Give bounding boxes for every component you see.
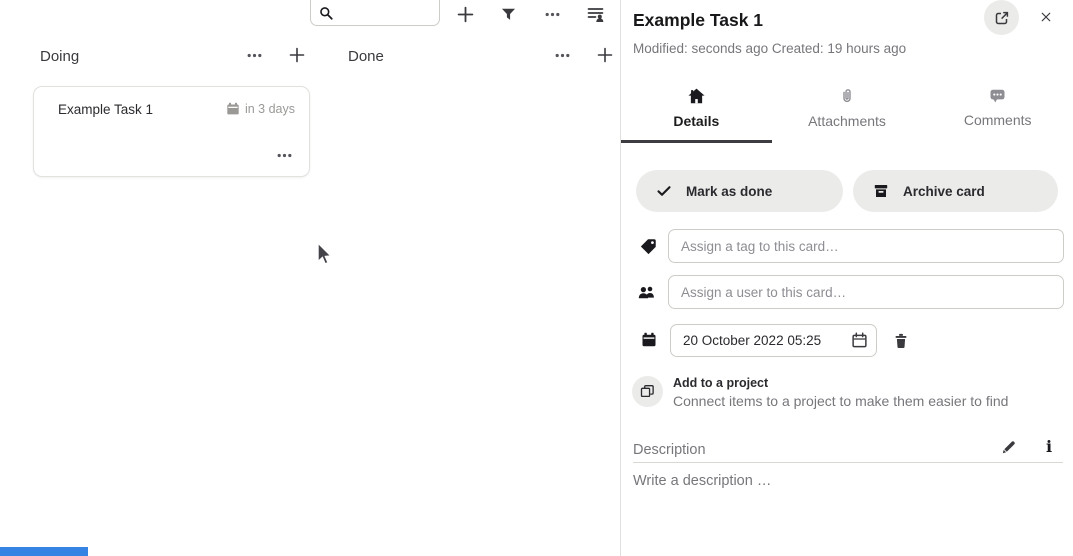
description-info-button[interactable]: i	[1036, 434, 1062, 460]
more-options-icon	[246, 47, 263, 64]
column-done-menu-button[interactable]	[547, 40, 577, 70]
due-date-value: 20 October 2022 05:25	[683, 333, 851, 348]
description-label: Description	[633, 442, 706, 458]
date-picker-icon[interactable]	[851, 332, 868, 349]
paperclip-icon	[839, 88, 855, 105]
remove-due-date-button[interactable]	[886, 326, 916, 356]
close-icon	[1040, 8, 1052, 26]
app-window: Doing Done Example Task 1 in 3 days	[0, 0, 1073, 556]
due-date-field[interactable]: 20 October 2022 05:25	[670, 324, 877, 357]
project-icon	[640, 384, 655, 399]
add-to-project-button[interactable]	[632, 376, 663, 407]
calendar-icon	[226, 102, 240, 116]
plus-icon	[289, 47, 305, 63]
tab-attachments-label: Attachments	[808, 113, 886, 129]
comment-icon	[989, 88, 1006, 104]
add-to-project-subtitle: Connect items to a project to make them …	[673, 393, 1008, 409]
column-title-doing: Doing	[40, 48, 79, 65]
assign-tag-input[interactable]	[668, 229, 1064, 263]
tab-comments-label: Comments	[964, 112, 1032, 128]
pencil-icon	[1001, 439, 1017, 455]
external-link-icon	[994, 10, 1010, 26]
column-done-add-card-button[interactable]	[590, 40, 620, 70]
plus-icon	[457, 6, 474, 23]
mark-as-done-button[interactable]: Mark as done	[636, 170, 843, 212]
more-options-icon	[554, 47, 571, 64]
column-title-done: Done	[348, 48, 384, 65]
check-icon	[656, 183, 672, 199]
filter-button[interactable]	[493, 0, 523, 29]
users-icon	[638, 283, 656, 301]
assigned-filter-button[interactable]	[580, 0, 610, 29]
edit-description-button[interactable]	[996, 434, 1022, 460]
archive-card-label: Archive card	[903, 184, 985, 199]
search-entry[interactable]	[310, 0, 440, 26]
tab-attachments[interactable]: Attachments	[772, 82, 923, 142]
info-icon: i	[1046, 439, 1052, 455]
user-list-icon	[587, 6, 604, 23]
tab-details-label: Details	[673, 113, 719, 129]
archive-card-button[interactable]: Archive card	[853, 170, 1058, 212]
panel-meta: Modified: seconds ago Created: 19 hours …	[633, 41, 906, 56]
archive-icon	[873, 183, 889, 199]
card-due-date: in 3 days	[226, 102, 295, 116]
description-placeholder[interactable]: Write a description …	[633, 473, 771, 489]
column-doing-add-card-button[interactable]	[282, 40, 312, 70]
popout-button[interactable]	[984, 0, 1019, 35]
card-title: Example Task 1	[58, 102, 153, 117]
plus-icon	[597, 47, 613, 63]
mark-as-done-label: Mark as done	[686, 184, 772, 199]
more-options-icon	[276, 147, 293, 164]
add-to-project-title: Add to a project	[673, 376, 768, 390]
close-panel-button[interactable]	[1034, 5, 1058, 29]
panel-tabs: Details Attachments Comments	[621, 82, 1073, 142]
horizontal-scrollbar[interactable]	[0, 547, 88, 556]
search-icon	[319, 6, 334, 21]
description-divider	[633, 462, 1063, 463]
more-options-icon	[544, 6, 561, 23]
mouse-cursor	[316, 242, 334, 273]
board-menu-button[interactable]	[537, 0, 567, 29]
card-menu-button[interactable]	[269, 140, 299, 170]
search-input[interactable]	[340, 4, 431, 21]
column-doing-menu-button[interactable]	[239, 40, 269, 70]
assign-user-input[interactable]	[668, 275, 1064, 309]
calendar-icon	[640, 331, 658, 349]
filter-icon	[501, 7, 516, 22]
trash-icon	[893, 333, 909, 349]
task-card[interactable]: Example Task 1 in 3 days	[33, 86, 310, 177]
tab-details[interactable]: Details	[621, 82, 772, 142]
tag-icon	[639, 237, 657, 255]
panel-title: Example Task 1	[633, 10, 763, 31]
tab-comments[interactable]: Comments	[922, 82, 1073, 142]
add-column-button[interactable]	[450, 0, 480, 29]
home-icon	[688, 88, 705, 105]
